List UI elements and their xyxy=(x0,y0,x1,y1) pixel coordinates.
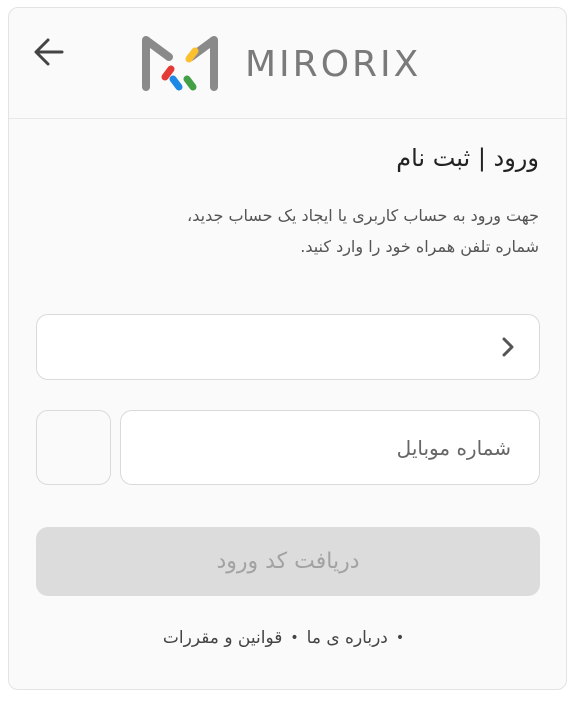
arrow-left-icon xyxy=(34,38,64,66)
about-us-link[interactable]: درباره ی ما xyxy=(307,628,388,648)
country-code-box[interactable] xyxy=(36,410,111,485)
description-line: جهت ورود به حساب کاربری یا ایجاد یک حساب… xyxy=(187,206,539,225)
brand-mark-icon xyxy=(142,36,218,91)
header-divider xyxy=(9,118,566,119)
chevron-right-icon xyxy=(502,337,514,357)
bullet-icon: • xyxy=(395,630,405,646)
get-login-code-button[interactable]: دریافت کد ورود xyxy=(36,527,540,596)
page-title: ورود | ثبت نام xyxy=(396,144,539,172)
mobile-number-input[interactable] xyxy=(120,410,540,485)
back-button[interactable] xyxy=(31,34,67,70)
page-description: جهت ورود به حساب کاربری یا ایجاد یک حساب… xyxy=(59,200,539,262)
country-select[interactable] xyxy=(36,314,540,380)
login-card: MIRORIX ورود | ثبت نام جهت ورود به حساب … xyxy=(8,7,567,690)
terms-link[interactable]: قوانین و مقررات xyxy=(163,628,282,648)
footer-links: • درباره ی ما • قوانین و مقررات xyxy=(9,628,566,648)
brand-name: MIRORIX xyxy=(245,43,422,85)
description-line: شماره تلفن همراه خود را وارد کنید. xyxy=(300,237,539,256)
bullet-icon: • xyxy=(290,630,299,646)
brand-logo: MIRORIX xyxy=(141,34,421,94)
